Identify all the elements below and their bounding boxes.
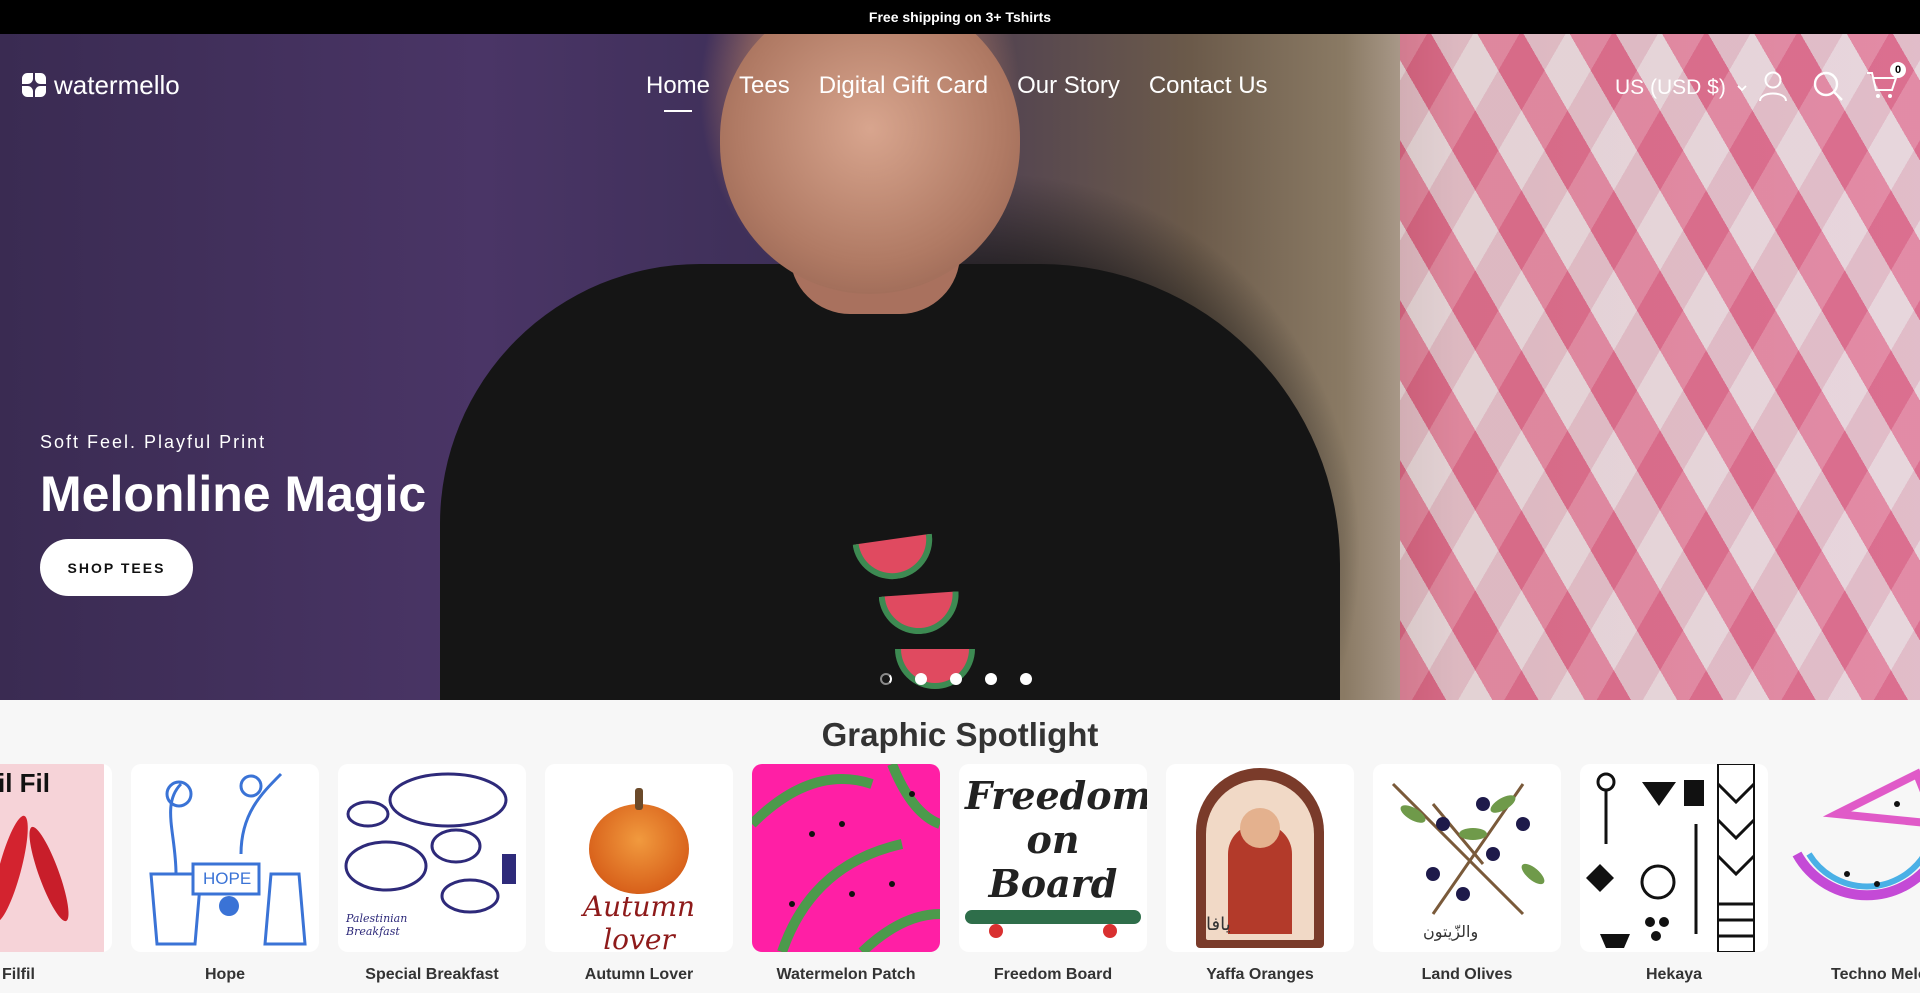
announcement-text: Free shipping on 3+ Tshirts	[868, 9, 1052, 25]
spotlight-card-techno-melon[interactable]: Techno Melon	[1787, 764, 1920, 984]
nav-tees[interactable]: Tees	[739, 72, 790, 110]
site-header: watermello Home Tees Digital Gift Card O…	[0, 34, 1920, 138]
spotlight-card-filfil[interactable]: il Fil Filfil	[0, 764, 112, 984]
cart-icon[interactable]: 0	[1866, 62, 1906, 100]
spotlight-label: Special Breakfast	[365, 966, 499, 983]
nav-home[interactable]: Home	[646, 72, 710, 112]
watermelon-logo-icon	[22, 72, 48, 99]
techno-melon-artwork	[1787, 764, 1920, 952]
spotlight-title: Graphic Spotlight	[821, 716, 1099, 753]
freedom-board-art-text: Freedom on Board	[965, 773, 1147, 906]
shop-tees-button[interactable]: SHOP TEES	[40, 539, 193, 596]
spotlight-label: Watermelon Patch	[776, 966, 916, 983]
land-olives-art-text: والزّيتون	[1423, 924, 1479, 941]
autumn-lover-artwork: Autumn lover	[545, 764, 733, 952]
hekaya-artwork	[1580, 764, 1768, 952]
account-icon[interactable]	[1758, 70, 1788, 102]
watermelon-patch-artwork	[752, 764, 940, 952]
nav-our-story[interactable]: Our Story	[1017, 72, 1120, 110]
special-breakfast-artwork: Palestinian Breakfast	[338, 764, 526, 952]
spotlight-card-watermelon-patch[interactable]: Watermelon Patch	[752, 764, 940, 984]
hero-subtitle: Soft Feel. Playful Print	[40, 432, 267, 452]
spotlight-label: Yaffa Oranges	[1206, 966, 1314, 983]
spotlight-card-hekaya[interactable]: Hekaya	[1580, 764, 1768, 984]
slide-dot-4[interactable]	[985, 673, 997, 685]
spotlight-card-land-olives[interactable]: والزّيتون Land Olives	[1373, 764, 1561, 984]
hope-artwork: HOPE	[131, 764, 319, 952]
spotlight-label: Hekaya	[1645, 966, 1703, 983]
yaffa-oranges-artwork: يافا	[1166, 764, 1354, 952]
logo-text: watermello	[54, 70, 180, 100]
spotlight-label: Techno Melon	[1831, 966, 1920, 983]
slide-dot-1[interactable]	[880, 673, 892, 685]
spotlight-label: Land Olives	[1421, 966, 1513, 983]
special-breakfast-art-text: Palestinian Breakfast	[346, 912, 408, 938]
nav-contact-us[interactable]: Contact Us	[1149, 72, 1268, 110]
nav-digital-gift-card[interactable]: Digital Gift Card	[819, 72, 988, 110]
slide-dot-2[interactable]	[915, 673, 927, 685]
yaffa-art-text: يافا	[1206, 914, 1231, 934]
spotlight-card-yaffa-oranges[interactable]: يافا Yaffa Oranges	[1166, 764, 1354, 984]
announcement-bar: Free shipping on 3+ Tshirts	[0, 0, 1920, 34]
hero-content: Soft Feel. Playful Print Melonline Magic…	[40, 432, 426, 596]
graphic-spotlight-section: Graphic Spotlight il Fil Filfil HOPE Hop…	[0, 700, 1920, 993]
currency-selector[interactable]: US (USD $)	[1615, 76, 1748, 100]
freedom-board-artwork: Freedom on Board	[959, 764, 1147, 952]
header-icons: 0	[1758, 62, 1906, 102]
filfil-art-text: il Fil	[0, 768, 50, 798]
spotlight-card-autumn-lover[interactable]: Autumn lover Autumn Lover	[545, 764, 733, 984]
autumn-lover-art-text: Autumn lover	[582, 890, 696, 952]
spotlight-card-special-breakfast[interactable]: Palestinian Breakfast Special Breakfast	[338, 764, 526, 984]
spotlight-label: Freedom Board	[993, 966, 1113, 983]
slide-dot-3[interactable]	[950, 673, 962, 685]
spotlight-label: Filfil	[2, 966, 35, 983]
hero-title: Melonline Magic	[40, 466, 427, 522]
currency-label: US (USD $)	[1615, 76, 1726, 99]
spotlight-label: Autumn Lover	[584, 966, 694, 983]
hero-tshirt-image	[440, 264, 1340, 700]
spotlight-label: Hope	[205, 966, 245, 983]
spotlight-card-hope[interactable]: HOPE Hope	[131, 764, 319, 984]
filfil-artwork: il Fil	[0, 764, 112, 952]
cart-count-badge: 0	[1890, 62, 1906, 78]
land-olives-artwork: والزّيتون	[1373, 764, 1561, 952]
spotlight-card-freedom-board[interactable]: Freedom on Board Freedom Board	[959, 764, 1147, 984]
slide-indicators	[880, 673, 1032, 685]
hope-art-text: HOPE	[203, 869, 252, 888]
search-icon[interactable]	[1812, 70, 1843, 101]
slide-dot-5[interactable]	[1020, 673, 1032, 685]
chevron-down-icon	[1737, 85, 1747, 92]
site-logo[interactable]: watermello	[22, 70, 180, 101]
main-nav: Home Tees Digital Gift Card Our Story Co…	[646, 72, 1268, 112]
